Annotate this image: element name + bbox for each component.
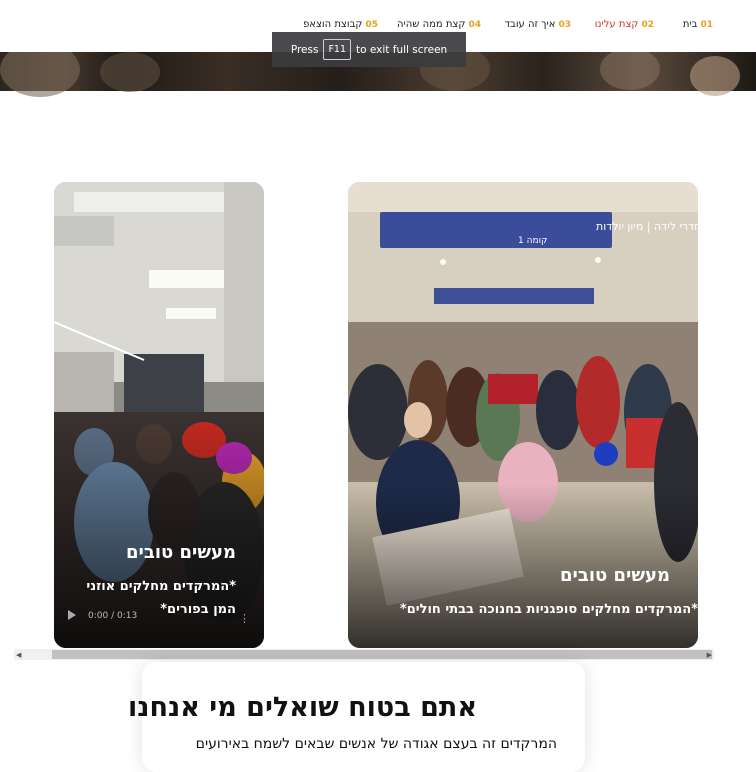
- nav-number: 03: [558, 20, 571, 30]
- horizontal-scrollbar[interactable]: ◀ ▶: [14, 649, 714, 660]
- nav-label: קצת ממה שהיה: [397, 19, 466, 30]
- nav-number: 02: [641, 20, 654, 30]
- card-description-line: *המרקדים מחלקים אוזני: [86, 579, 236, 594]
- f11-key: F11: [323, 39, 352, 60]
- fullscreen-exit-tooltip: Press F11 to exit full screen: [272, 32, 466, 67]
- card-title: מעשים טובים: [126, 542, 236, 563]
- tooltip-press: Press: [290, 43, 319, 56]
- nav-item-about[interactable]: 02קצת עלינו: [595, 19, 654, 30]
- scroll-right-arrow-icon[interactable]: ▶: [707, 651, 712, 659]
- hospital-sign-line2: קומה 1: [518, 236, 547, 246]
- tooltip-rest: to exit full screen: [356, 43, 448, 56]
- nav-number: 05: [365, 20, 378, 30]
- nav-label: בית: [682, 19, 698, 30]
- nav-item-gallery[interactable]: 04קצת ממה שהיה: [397, 19, 481, 30]
- video-card-purim[interactable]: מעשים טובים *המרקדים מחלקים אוזני המן בפ…: [54, 182, 264, 648]
- nav-label: איך זה עובד: [504, 19, 556, 30]
- scroll-left-arrow-icon[interactable]: ◀: [16, 651, 21, 659]
- photo-card-hanukkah: מיון נשים | חדרי לידה | מיון יולדות קומה…: [348, 182, 698, 648]
- about-title: אתם בטוח שואלים מי אנחנו: [127, 692, 477, 723]
- hospital-sign-line1: מיון נשים | חדרי לידה | מיון יולדות: [596, 220, 698, 233]
- nav-label: קצת עלינו: [594, 19, 639, 30]
- nav-number: 01: [700, 20, 713, 30]
- nav-item-how-it-works[interactable]: 03איך זה עובד: [505, 19, 571, 30]
- about-text: המרקדים זה בעצם אגודה של אנשים שבאים לשמ…: [195, 736, 557, 752]
- nav-item-whatsapp-group[interactable]: 05קבוצת הוצאפ: [303, 19, 378, 30]
- card-description: *המרקדים מחלקים סופגניות בחנוכה בבתי חול…: [399, 602, 698, 617]
- video-time: 0:00 / 0:13: [88, 611, 138, 621]
- card-title: מעשים טובים: [560, 565, 670, 586]
- nav-number: 04: [468, 20, 481, 30]
- play-icon[interactable]: [68, 610, 76, 620]
- nav-label: קבוצת הוצאפ: [303, 19, 363, 30]
- more-options-icon[interactable]: ⋮: [239, 613, 250, 624]
- scrollbar-thumb[interactable]: [52, 650, 712, 659]
- nav-item-home[interactable]: 01בית: [683, 19, 713, 30]
